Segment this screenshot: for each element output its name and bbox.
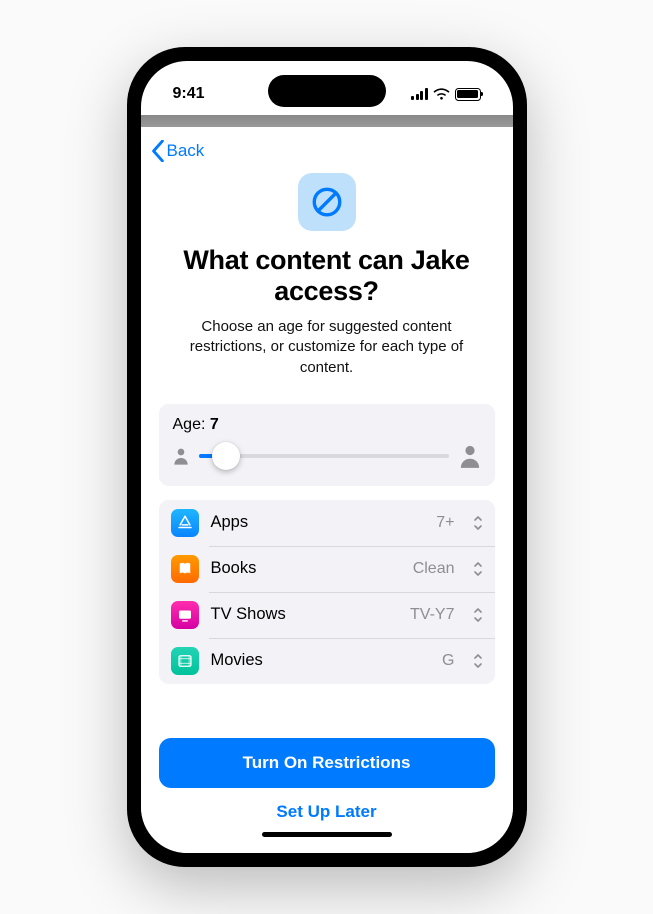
restrictions-icon xyxy=(298,173,356,231)
row-value: G xyxy=(442,652,454,670)
status-right xyxy=(411,88,481,101)
stepper-icon xyxy=(473,606,483,624)
status-time: 9:41 xyxy=(173,85,205,103)
row-label: TV Shows xyxy=(211,605,399,624)
row-movies[interactable]: Movies G xyxy=(159,638,495,684)
row-label: Books xyxy=(211,559,401,578)
content: What content can Jake access? Choose an … xyxy=(141,171,513,722)
modal-sheet: Back What content can Jake access? Choos… xyxy=(141,127,513,853)
chevron-left-icon xyxy=(151,140,165,162)
turn-on-restrictions-button[interactable]: Turn On Restrictions xyxy=(159,738,495,788)
age-label-prefix: Age: xyxy=(173,416,210,433)
screen: 9:41 Back xyxy=(141,61,513,853)
stepper-icon xyxy=(473,514,483,532)
page-title: What content can Jake access? xyxy=(159,245,495,307)
sheet-behind xyxy=(141,115,513,127)
footer: Turn On Restrictions Set Up Later xyxy=(141,722,513,853)
back-label: Back xyxy=(167,141,205,161)
row-value: TV-Y7 xyxy=(410,606,454,624)
stepper-icon xyxy=(473,560,483,578)
age-slider[interactable] xyxy=(199,442,449,470)
age-slider-card: Age: 7 xyxy=(159,404,495,486)
tv-icon xyxy=(171,601,199,629)
row-books[interactable]: Books Clean xyxy=(159,546,495,592)
age-value: 7 xyxy=(210,416,219,433)
back-button[interactable]: Back xyxy=(151,140,205,162)
row-value: 7+ xyxy=(436,514,454,532)
person-large-icon xyxy=(459,444,481,468)
home-indicator[interactable] xyxy=(262,832,392,837)
wifi-icon xyxy=(433,88,450,100)
movies-icon xyxy=(171,647,199,675)
nav-bar: Back xyxy=(141,127,513,171)
hero: What content can Jake access? Choose an … xyxy=(159,173,495,378)
age-slider-row xyxy=(173,442,481,470)
row-label: Movies xyxy=(211,651,431,670)
person-small-icon xyxy=(173,447,189,465)
appstore-icon xyxy=(171,509,199,537)
row-label: Apps xyxy=(211,513,425,532)
age-label: Age: 7 xyxy=(173,416,481,434)
content-types-list: Apps 7+ Books Clean xyxy=(159,500,495,684)
set-up-later-button[interactable]: Set Up Later xyxy=(159,788,495,828)
phone-frame: 9:41 Back xyxy=(127,47,527,867)
cellular-icon xyxy=(411,88,428,100)
slider-thumb[interactable] xyxy=(212,442,240,470)
dynamic-island xyxy=(268,75,386,107)
battery-icon xyxy=(455,88,481,101)
row-value: Clean xyxy=(413,560,455,578)
row-tv-shows[interactable]: TV Shows TV-Y7 xyxy=(159,592,495,638)
row-apps[interactable]: Apps 7+ xyxy=(159,500,495,546)
stepper-icon xyxy=(473,652,483,670)
books-icon xyxy=(171,555,199,583)
page-subtitle: Choose an age for suggested content rest… xyxy=(159,317,495,378)
